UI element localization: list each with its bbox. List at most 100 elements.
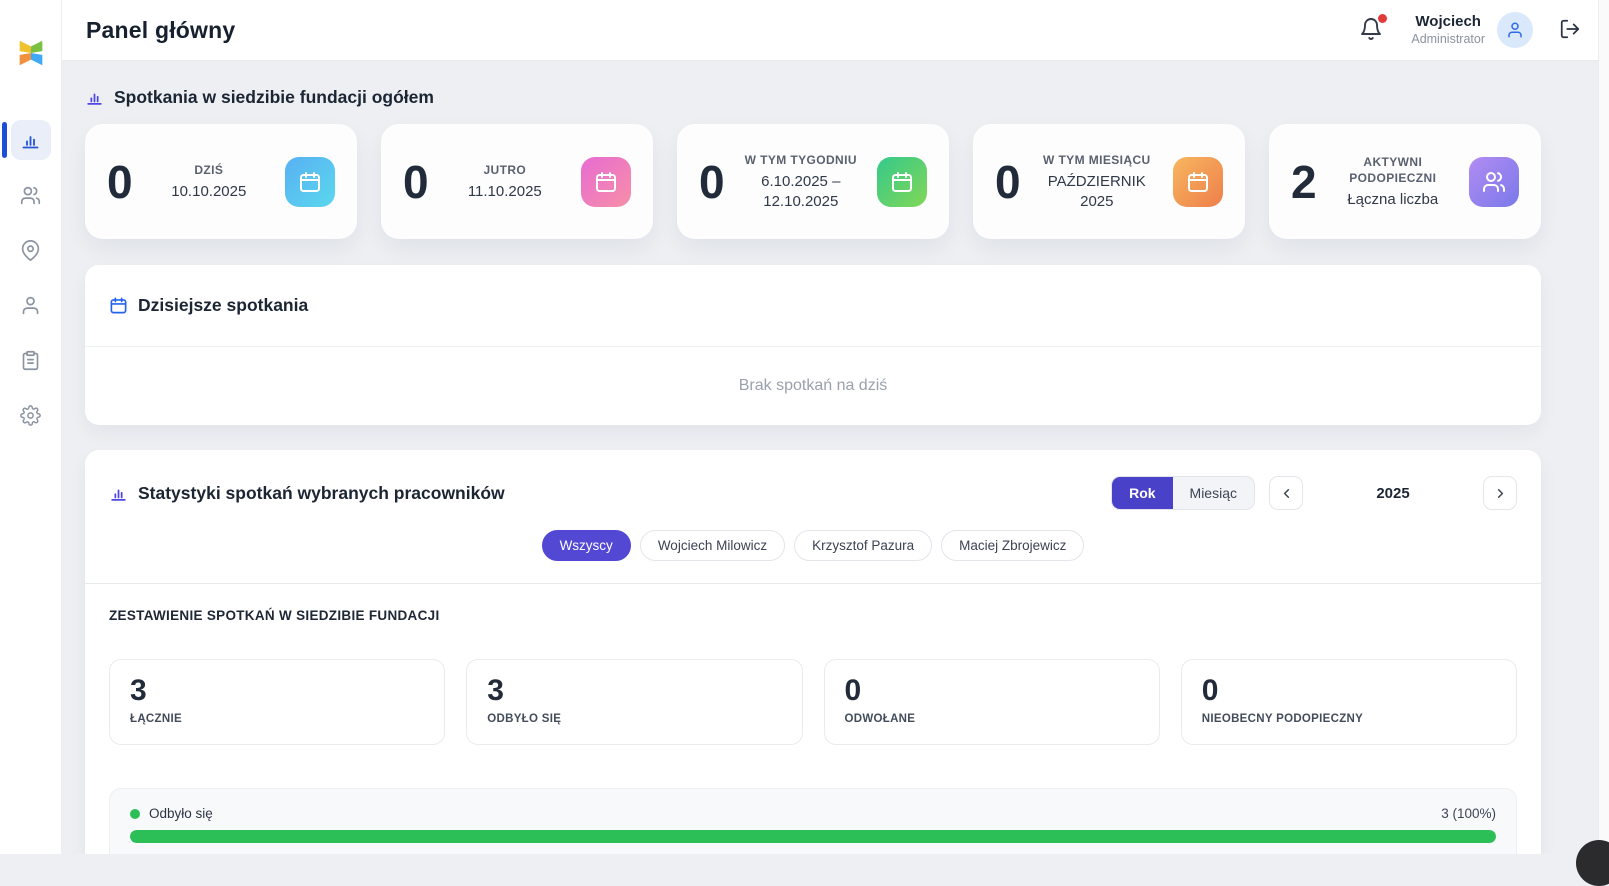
calendar-icon — [581, 156, 631, 207]
user-role: Administrator — [1411, 31, 1485, 46]
stat-label: JUTRO — [483, 162, 527, 177]
section-title: Spotkania w siedzibie fundacji ogółem — [114, 87, 434, 107]
clipboard-icon — [20, 350, 41, 371]
logout-icon — [1559, 18, 1583, 40]
gear-icon — [20, 404, 41, 426]
stat-card-today: 0 DZIŚ 10.10.2025 — [85, 124, 357, 239]
bar-chart-icon — [20, 130, 41, 151]
calendar-icon — [109, 296, 128, 315]
avatar[interactable] — [1497, 12, 1533, 48]
stats-panel: Statystyki spotkań wybranych pracowników… — [85, 450, 1541, 854]
progress-value: 3 (100%) — [1441, 806, 1496, 821]
notifications-button[interactable] — [1359, 14, 1388, 43]
current-year-label: 2025 — [1376, 484, 1410, 502]
user-block: Wojciech Administrator — [1411, 12, 1533, 48]
stat-card-this-week: 0 W TYM TYGODNIU 6.10.2025 – 12.10.2025 — [677, 124, 949, 239]
stat-sublabel: Łączna liczba — [1347, 190, 1439, 208]
header-actions: Wojciech Administrator — [1359, 12, 1583, 48]
users-icon — [20, 185, 41, 206]
prev-year-button[interactable] — [1269, 476, 1303, 510]
filter-chip-employee[interactable]: Krzysztof Pazura — [794, 530, 933, 561]
next-year-button[interactable] — [1483, 476, 1517, 510]
calendar-icon — [285, 156, 335, 207]
summary-label: ŁĄCZNIE — [130, 713, 182, 725]
stat-card-active-wards: 2 AKTYWNI PODOPIECZNI Łączna liczba — [1269, 124, 1541, 239]
user-icon — [20, 295, 41, 316]
top-header: Panel główny Wojciech Administrator — [62, 0, 1609, 61]
summary-card-absent: 0 NIEOBECNY PODOPIECZNY — [1180, 659, 1517, 745]
sidebar-item-profile[interactable] — [11, 285, 51, 325]
stat-card-this-month: 0 W TYM MIESIĄCU PAŹDZIERNIK 2025 — [973, 124, 1245, 239]
progress-bar-fill — [130, 830, 1496, 843]
toggle-year-button[interactable]: Rok — [1112, 477, 1173, 509]
today-meetings-panel: Dzisiejsze spotkania Brak spotkań na dzi… — [85, 265, 1541, 425]
scrollbar[interactable] — [1598, 0, 1609, 854]
stat-value: 0 — [995, 155, 1021, 208]
logout-button[interactable] — [1559, 18, 1583, 42]
progress-label: Odbyło się — [149, 806, 213, 821]
progress-card: Odbyło się 3 (100%) — [109, 788, 1517, 854]
stat-label: W TYM TYGODNIU — [744, 152, 857, 167]
calendar-icon — [1173, 156, 1223, 207]
notification-dot — [1378, 14, 1388, 23]
filter-chip-employee[interactable]: Wojciech Milowicz — [639, 530, 786, 561]
stat-value: 0 — [403, 155, 429, 208]
summary-label: ODWOŁANE — [844, 713, 916, 725]
summary-value: 3 — [487, 674, 504, 707]
stat-label: W TYM MIESIĄCU — [1042, 152, 1151, 167]
bar-chart-icon — [109, 484, 128, 503]
chevron-left-icon — [1279, 486, 1294, 501]
main-content: Spotkania w siedzibie fundacji ogółem 0 … — [62, 61, 1609, 854]
filter-chip-all[interactable]: Wszyscy — [541, 530, 631, 561]
stat-label: DZIŚ — [194, 162, 224, 177]
summary-title: ZESTAWIENIE SPOTKAŃ W SIEDZIBIE FUNDACJI — [109, 608, 440, 623]
stat-sublabel: PAŹDZIERNIK 2025 — [1047, 173, 1146, 210]
user-name: Wojciech — [1415, 12, 1481, 30]
summary-label: NIEOBECNY PODOPIECZNY — [1201, 713, 1364, 725]
section-title: Statystyki spotkań wybranych pracowników — [138, 482, 505, 503]
employee-filter-chips: Wszyscy Wojciech Milowicz Krzysztof Pazu… — [109, 530, 1517, 561]
summary-value: 3 — [130, 674, 147, 707]
empty-state-text: Brak spotkań na dziś — [738, 377, 888, 394]
summary-label: ODBYŁO SIĘ — [487, 713, 562, 725]
sidebar — [0, 0, 62, 854]
sidebar-item-settings[interactable] — [11, 395, 51, 435]
sidebar-item-users[interactable] — [11, 175, 51, 215]
meetings-overview-header: Spotkania w siedzibie fundacji ogółem — [85, 87, 1541, 108]
main-column: Panel główny Wojciech Administrator Spot… — [62, 0, 1609, 854]
stat-sublabel: 11.10.2025 — [467, 182, 542, 200]
sidebar-item-reports[interactable] — [11, 340, 51, 380]
today-meetings-header: Dzisiejsze spotkania — [85, 265, 1541, 347]
section-title: Dzisiejsze spotkania — [138, 295, 309, 315]
toggle-month-button[interactable]: Miesiąc — [1172, 477, 1254, 509]
calendar-icon — [877, 156, 927, 207]
sidebar-item-dashboard[interactable] — [1, 120, 51, 160]
stat-value: 2 — [1291, 155, 1317, 208]
stat-value: 0 — [107, 155, 133, 208]
floating-action-button[interactable] — [1576, 840, 1609, 886]
map-pin-icon — [20, 239, 41, 261]
summary-value: 0 — [1201, 674, 1219, 707]
summary-card-cancelled: 0 ODWOŁANE — [823, 659, 1160, 745]
summary-card-held: 3 ODBYŁO SIĘ — [466, 659, 803, 745]
period-toggle: Rok Miesiąc — [1111, 476, 1255, 510]
overview-cards-row: 0 DZIŚ 10.10.2025 0 JUTRO 11.10.2025 0 W… — [85, 124, 1541, 239]
butterfly-logo — [14, 36, 48, 70]
filter-chip-employee[interactable]: Maciej Zbrojewicz — [941, 530, 1085, 561]
stat-card-tomorrow: 0 JUTRO 11.10.2025 — [381, 124, 653, 239]
stats-controls: Rok Miesiąc 2025 — [1111, 476, 1517, 510]
chevron-right-icon — [1493, 486, 1508, 501]
stat-value: 0 — [699, 155, 725, 208]
stat-sublabel: 10.10.2025 — [171, 182, 247, 200]
users-icon — [1469, 156, 1519, 207]
bar-chart-icon — [85, 88, 104, 107]
sidebar-item-locations[interactable] — [11, 230, 51, 270]
summary-card-total: 3 ŁĄCZNIE — [109, 659, 446, 745]
stat-label: AKTYWNI PODOPIECZNI — [1349, 154, 1437, 185]
stat-sublabel: 6.10.2025 – 12.10.2025 — [761, 173, 841, 210]
page-title: Panel główny — [86, 16, 236, 43]
user-meta: Wojciech Administrator — [1411, 13, 1485, 47]
summary-cards-row: 3 ŁĄCZNIE 3 ODBYŁO SIĘ 0 ODWOŁANE 0 NIEO… — [109, 659, 1517, 745]
app-root: Panel główny Wojciech Administrator Spot… — [0, 0, 1609, 854]
progress-bar-track — [130, 830, 1496, 843]
